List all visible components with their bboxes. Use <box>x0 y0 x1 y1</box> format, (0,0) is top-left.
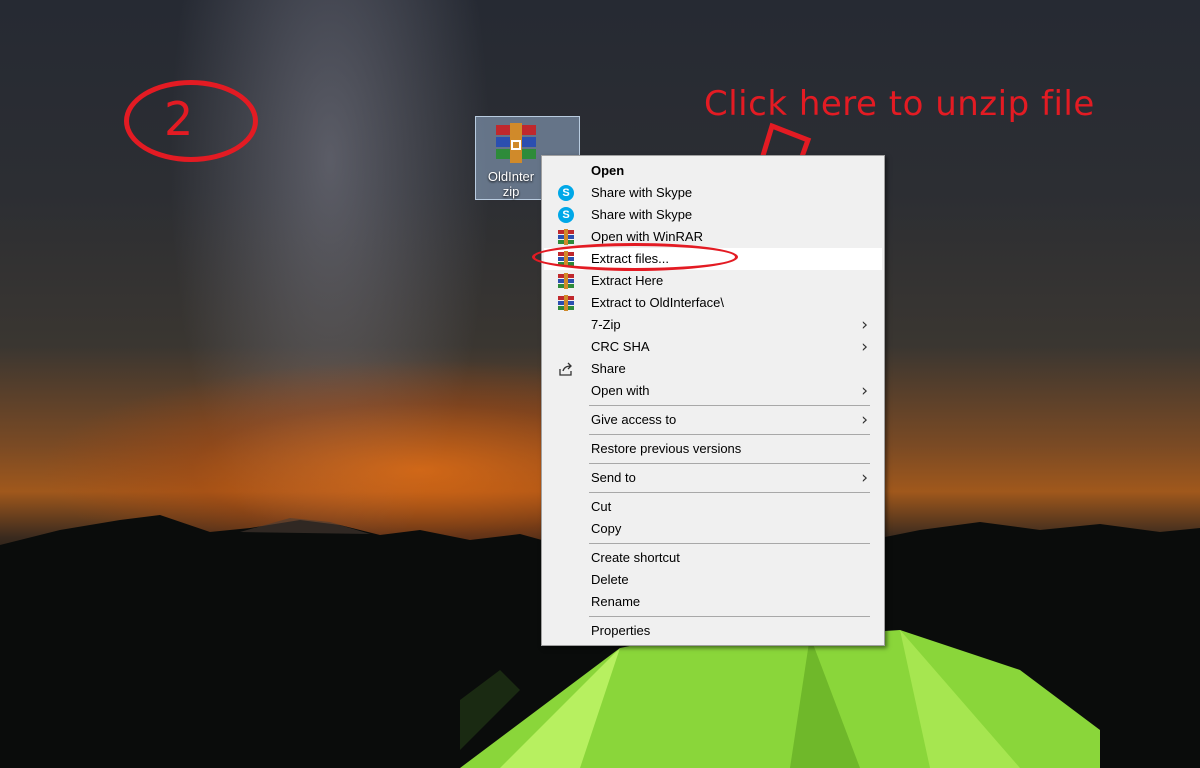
menu-item-label: Delete <box>591 572 629 587</box>
menu-item-label: Share with Skype <box>591 185 693 200</box>
menu-separator <box>589 434 870 435</box>
menu-item-create-shortcut[interactable]: Create shortcut <box>544 547 882 569</box>
menu-item-open-with[interactable]: Open with › <box>544 380 882 402</box>
desktop-background: 2 Click here to unzip file OldInter zip … <box>0 0 1200 768</box>
extract-files-highlight-ring <box>532 243 738 271</box>
step-number: 2 <box>164 92 194 146</box>
menu-item-share-with-skype-2[interactable]: S Share with Skype <box>544 204 882 226</box>
menu-item-share-with-skype[interactable]: S Share with Skype <box>544 182 882 204</box>
menu-item-extract-here[interactable]: Extract Here <box>544 270 882 292</box>
menu-item-label: Give access to <box>591 412 677 427</box>
menu-separator <box>589 492 870 493</box>
winrar-icon <box>558 295 574 311</box>
menu-separator <box>589 543 870 544</box>
menu-item-label: 7-Zip <box>591 317 621 332</box>
menu-item-label: Rename <box>591 594 641 609</box>
menu-item-delete[interactable]: Delete <box>544 569 882 591</box>
context-menu: Open S Share with Skype S Share with Sky… <box>541 155 885 646</box>
menu-item-rename[interactable]: Rename <box>544 591 882 613</box>
menu-item-extract-to-folder[interactable]: Extract to OldInterface\ <box>544 292 882 314</box>
menu-item-label: Properties <box>591 623 651 638</box>
menu-item-cut[interactable]: Cut <box>544 496 882 518</box>
file-name-line2: zip <box>502 184 520 199</box>
chevron-right-icon: › <box>861 410 868 430</box>
chevron-right-icon: › <box>861 315 868 335</box>
menu-item-label: Copy <box>591 521 622 536</box>
instruction-annotation: Click here to unzip file <box>704 84 1095 124</box>
menu-item-label: Share <box>591 361 626 376</box>
menu-separator <box>589 616 870 617</box>
winrar-icon <box>558 229 574 245</box>
chevron-right-icon: › <box>861 337 868 357</box>
menu-item-send-to[interactable]: Send to › <box>544 467 882 489</box>
menu-item-label: Open <box>591 163 625 178</box>
menu-item-crc-sha[interactable]: CRC SHA › <box>544 336 882 358</box>
menu-item-label: Open with <box>591 383 650 398</box>
winrar-archive-icon <box>496 123 536 163</box>
skype-icon: S <box>558 207 574 223</box>
menu-item-label: Cut <box>591 499 612 514</box>
menu-item-label: Create shortcut <box>591 550 680 565</box>
menu-item-restore-previous-versions[interactable]: Restore previous versions <box>544 438 882 460</box>
menu-item-give-access-to[interactable]: Give access to › <box>544 409 882 431</box>
menu-item-properties[interactable]: Properties <box>544 620 882 642</box>
share-icon <box>559 362 572 376</box>
menu-item-label: Extract Here <box>591 273 664 288</box>
menu-item-copy[interactable]: Copy <box>544 518 882 540</box>
file-name-line1: OldInter <box>487 169 535 184</box>
menu-item-share[interactable]: Share <box>544 358 882 380</box>
menu-item-label: Restore previous versions <box>591 441 742 456</box>
tent-image <box>460 630 1100 768</box>
menu-item-open[interactable]: Open <box>544 160 882 182</box>
menu-item-label: CRC SHA <box>591 339 650 354</box>
menu-item-label: Send to <box>591 470 636 485</box>
menu-separator <box>589 463 870 464</box>
chevron-right-icon: › <box>861 468 868 488</box>
menu-item-label: Share with Skype <box>591 207 693 222</box>
winrar-icon <box>558 273 574 289</box>
menu-item-label: Extract to OldInterface\ <box>591 295 724 310</box>
file-name-label: OldInter zip <box>478 169 544 199</box>
chevron-right-icon: › <box>861 381 868 401</box>
menu-separator <box>589 405 870 406</box>
menu-item-label: Open with WinRAR <box>591 229 703 244</box>
menu-item-7-zip[interactable]: 7-Zip › <box>544 314 882 336</box>
skype-icon: S <box>558 185 574 201</box>
